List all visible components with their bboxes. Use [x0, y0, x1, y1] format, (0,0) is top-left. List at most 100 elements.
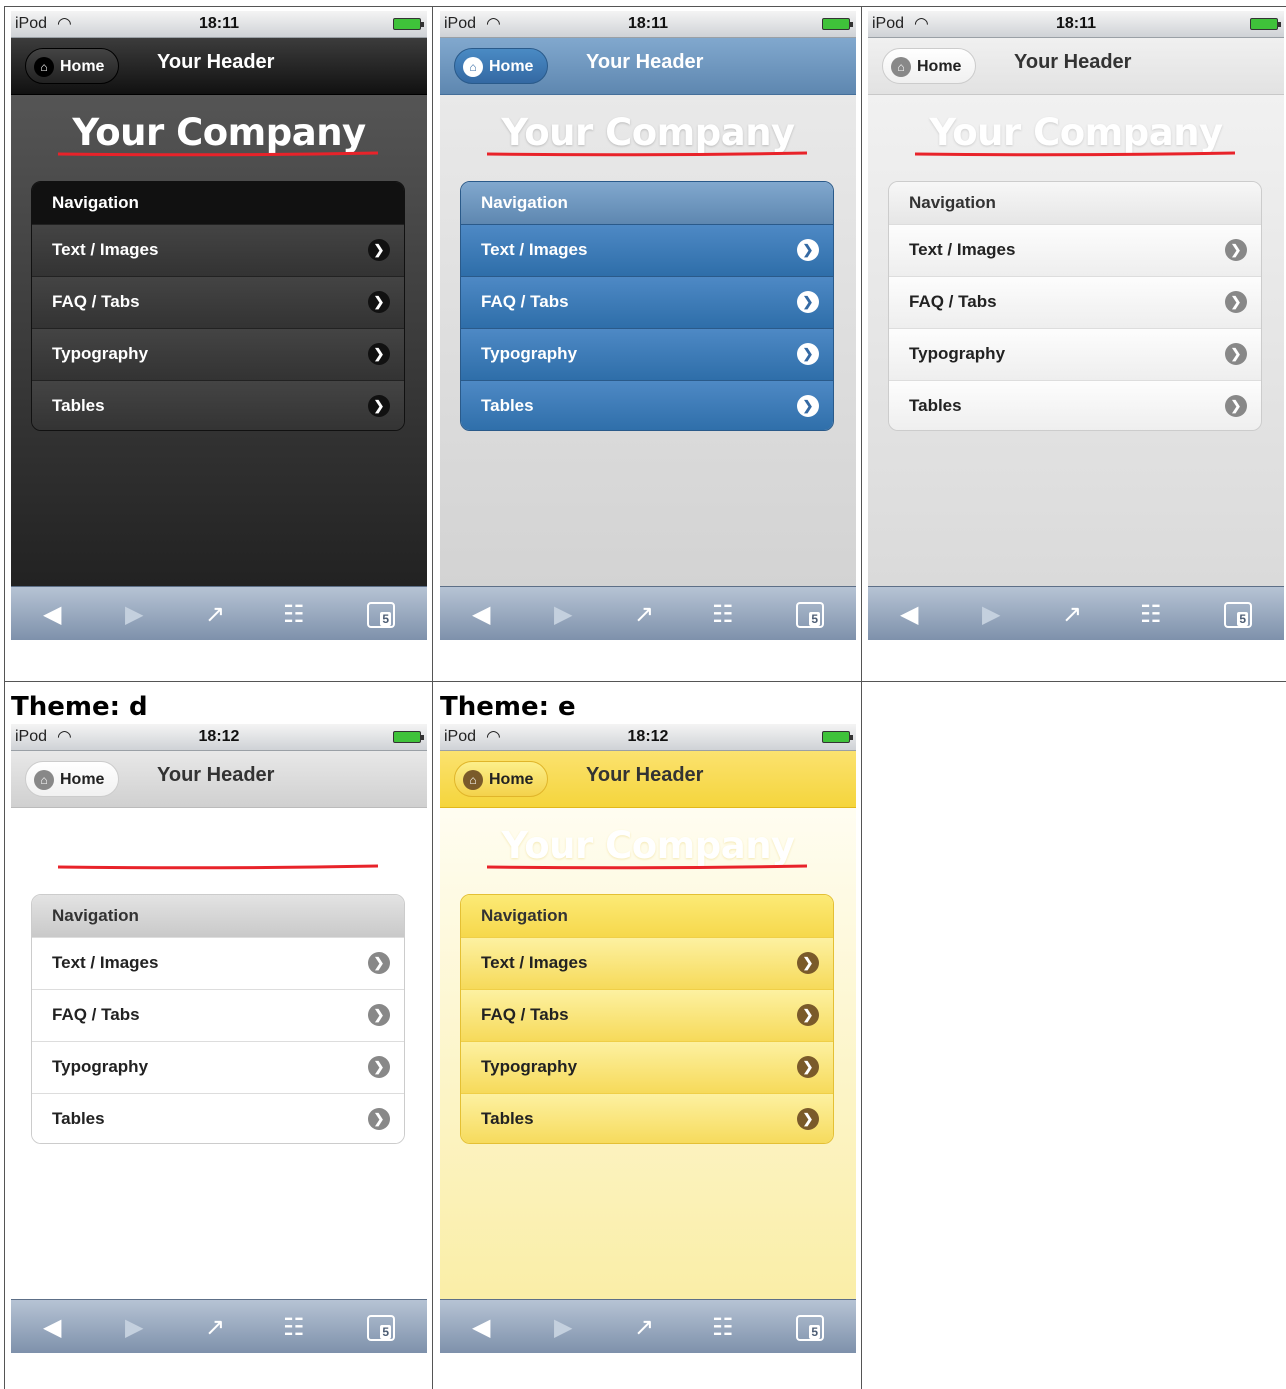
forward-icon[interactable]: ▶	[554, 600, 572, 629]
forward-icon[interactable]: ▶	[982, 600, 1000, 629]
nav-item-label: Typography	[52, 1057, 149, 1076]
browser-toolbar: ◀ ▶ ↗ ☷ 5	[440, 586, 856, 640]
header-title: Your Header	[586, 51, 704, 73]
nav-item-text-images[interactable]: Text / Images ❯	[461, 224, 833, 276]
home-button[interactable]: ⌂ Home	[454, 761, 548, 797]
browser-toolbar: ◀ ▶ ↗ ☷ 5	[11, 586, 427, 640]
tabs-icon[interactable]: 5	[367, 1315, 395, 1341]
phone-screen-theme-a: iPod ◠ 18:11 ⌂ Home Your Header Your Com…	[11, 11, 427, 640]
nav-item-label: FAQ / Tabs	[481, 292, 569, 311]
chevron-right-icon: ❯	[1225, 343, 1247, 365]
phone-screen-theme-b: iPod ◠ 18:11 ⌂ Home Your Header Your Com…	[440, 11, 856, 640]
forward-icon[interactable]: ▶	[554, 1313, 572, 1342]
home-button[interactable]: ⌂ Home	[25, 48, 119, 84]
share-icon[interactable]: ↗	[634, 600, 654, 629]
home-icon: ⌂	[891, 57, 911, 77]
home-button[interactable]: ⌂ Home	[25, 761, 119, 797]
grid-line	[4, 6, 5, 1389]
nav-item-label: Typography	[52, 344, 149, 363]
forward-icon[interactable]: ▶	[125, 1313, 143, 1342]
navigation-heading: Navigation	[461, 895, 833, 937]
tabs-icon[interactable]: 5	[796, 602, 824, 628]
battery-icon	[822, 731, 853, 743]
nav-item-faq-tabs[interactable]: FAQ / Tabs ❯	[32, 989, 404, 1041]
nav-item-tables[interactable]: Tables ❯	[32, 380, 404, 430]
nav-item-text-images[interactable]: Text / Images ❯	[889, 224, 1261, 276]
header-bar: ⌂ Home Your Header	[11, 751, 427, 808]
nav-item-typography[interactable]: Typography ❯	[32, 328, 404, 380]
home-icon: ⌂	[463, 770, 483, 790]
header-bar: ⌂ Home Your Header	[11, 38, 427, 95]
nav-item-label: FAQ / Tabs	[481, 1005, 569, 1024]
nav-item-tables[interactable]: Tables ❯	[889, 380, 1261, 430]
tabs-icon[interactable]: 5	[1224, 602, 1252, 628]
chevron-right-icon: ❯	[368, 1056, 390, 1078]
chevron-right-icon: ❯	[797, 395, 819, 417]
navigation-list: Navigation Text / Images ❯ FAQ / Tabs ❯ Ty…	[460, 894, 834, 1144]
company-logo-text: Your Company	[501, 824, 795, 867]
bookmarks-icon[interactable]: ☷	[283, 1313, 305, 1342]
tabs-icon[interactable]: 5	[796, 1315, 824, 1341]
browser-toolbar: ◀ ▶ ↗ ☷ 5	[440, 1299, 856, 1353]
nav-item-text-images[interactable]: Text / Images ❯	[32, 224, 404, 276]
nav-item-tables[interactable]: Tables ❯	[32, 1093, 404, 1143]
home-button-label: Home	[489, 58, 534, 75]
tabs-count: 5	[809, 1325, 820, 1339]
nav-item-typography[interactable]: Typography ❯	[889, 328, 1261, 380]
clock: 18:12	[627, 728, 669, 745]
nav-item-label: Tables	[52, 396, 105, 415]
back-icon[interactable]: ◀	[472, 1313, 490, 1342]
nav-item-typography[interactable]: Typography ❯	[461, 1041, 833, 1093]
nav-item-tables[interactable]: Tables ❯	[461, 380, 833, 430]
nav-item-text-images[interactable]: Text / Images ❯	[32, 937, 404, 989]
battery-icon	[393, 731, 424, 743]
logo-underline	[487, 864, 807, 870]
chevron-right-icon: ❯	[797, 291, 819, 313]
nav-item-faq-tabs[interactable]: FAQ / Tabs ❯	[889, 276, 1261, 328]
navigation-heading: Navigation	[32, 182, 404, 224]
nav-item-label: Text / Images	[481, 953, 588, 972]
chevron-right-icon: ❯	[368, 1108, 390, 1130]
header-bar: ⌂ Home Your Header	[868, 38, 1284, 95]
back-icon[interactable]: ◀	[472, 600, 490, 629]
nav-item-text-images[interactable]: Text / Images ❯	[461, 937, 833, 989]
clock: 18:11	[627, 15, 669, 32]
tabs-count: 5	[380, 612, 391, 626]
header-title: Your Header	[586, 764, 704, 786]
bookmarks-icon[interactable]: ☷	[712, 1313, 734, 1342]
forward-icon[interactable]: ▶	[125, 600, 143, 629]
nav-item-label: Typography	[481, 344, 578, 363]
back-icon[interactable]: ◀	[900, 600, 918, 629]
clock: 18:11	[198, 15, 240, 32]
home-button-label: Home	[60, 58, 105, 75]
share-icon[interactable]: ↗	[1062, 600, 1082, 629]
share-icon[interactable]: ↗	[634, 1313, 654, 1342]
battery-icon	[1250, 18, 1281, 30]
share-icon[interactable]: ↗	[205, 600, 225, 629]
back-icon[interactable]: ◀	[43, 600, 61, 629]
chevron-right-icon: ❯	[368, 291, 390, 313]
nav-item-faq-tabs[interactable]: FAQ / Tabs ❯	[32, 276, 404, 328]
tabs-count: 5	[1237, 612, 1248, 626]
nav-item-faq-tabs[interactable]: FAQ / Tabs ❯	[461, 276, 833, 328]
home-button[interactable]: ⌂ Home	[882, 48, 976, 84]
home-button[interactable]: ⌂ Home	[454, 48, 548, 84]
grid-line	[432, 6, 433, 1389]
phone-screen-theme-e: iPod ◠ 18:12 ⌂ Home Your Header Your Com…	[440, 724, 856, 1353]
tabs-icon[interactable]: 5	[367, 602, 395, 628]
back-icon[interactable]: ◀	[43, 1313, 61, 1342]
nav-item-faq-tabs[interactable]: FAQ / Tabs ❯	[461, 989, 833, 1041]
clock: 18:12	[198, 728, 240, 745]
header-bar: ⌂ Home Your Header	[440, 751, 856, 808]
bookmarks-icon[interactable]: ☷	[283, 600, 305, 629]
nav-item-typography[interactable]: Typography ❯	[461, 328, 833, 380]
bookmarks-icon[interactable]: ☷	[1140, 600, 1162, 629]
header-bar: ⌂ Home Your Header	[440, 38, 856, 95]
bookmarks-icon[interactable]: ☷	[712, 600, 734, 629]
nav-item-typography[interactable]: Typography ❯	[32, 1041, 404, 1093]
nav-item-tables[interactable]: Tables ❯	[461, 1093, 833, 1143]
logo-underline	[58, 864, 378, 870]
nav-item-label: FAQ / Tabs	[52, 1005, 140, 1024]
share-icon[interactable]: ↗	[205, 1313, 225, 1342]
navigation-list: Navigation Text / Images ❯ FAQ / Tabs ❯ Ty…	[31, 894, 405, 1144]
